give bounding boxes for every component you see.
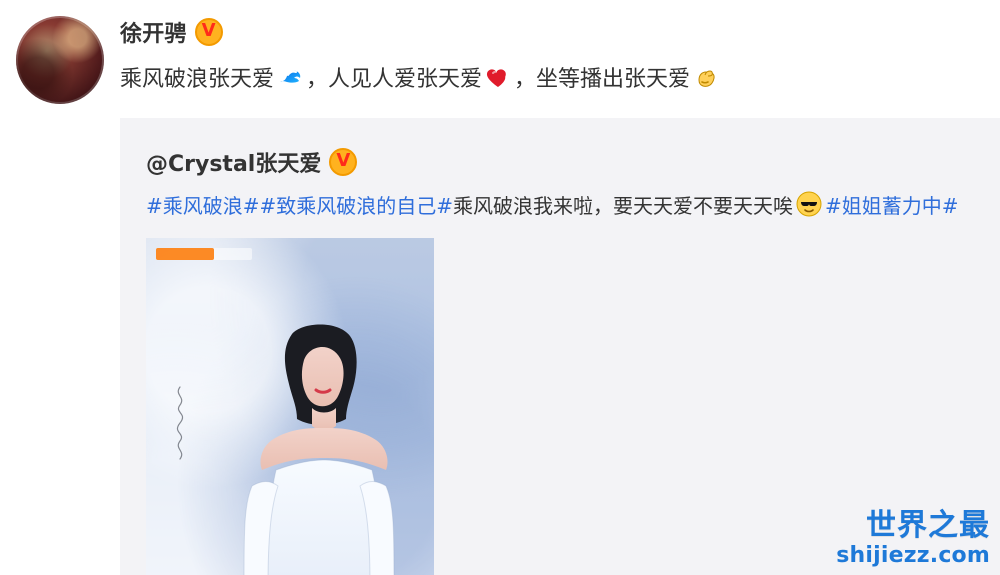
flexed-biceps-icon xyxy=(692,63,720,91)
sunglasses-face-icon xyxy=(795,190,823,218)
image-calligraphy xyxy=(176,386,184,460)
heart-icon xyxy=(484,63,512,91)
verified-v-glyph-icon: V xyxy=(336,150,351,171)
watermark-url: shijiezz.com xyxy=(836,543,990,568)
post-avatar[interactable] xyxy=(16,16,104,104)
portrait-figure xyxy=(243,324,395,575)
repost-image[interactable] xyxy=(146,238,434,575)
verified-badge-icon: V xyxy=(194,18,223,46)
avatar-image xyxy=(16,16,104,104)
watermark-title: 世界之最 xyxy=(866,508,990,543)
post-author-row: 徐开骋 V xyxy=(120,16,223,48)
post-text-segment-2: ，人见人爱张天爱 xyxy=(306,67,483,92)
post-text-segment-4: ，坐等播出张天爱 xyxy=(514,67,691,92)
image-corner-logo xyxy=(156,248,214,260)
repost-author-row: @Crystal张天爱 V xyxy=(146,146,358,178)
repost-text: #乘风破浪# #致乘风破浪的自己# 乘风破浪我来啦，要天天爱不要天天唉 #姐姐蓄… xyxy=(146,190,959,218)
repost-author-handle[interactable]: @Crystal张天爱 xyxy=(146,146,321,178)
post-text-segment-0: 乘风破浪张天爱 xyxy=(120,67,275,92)
post-text: 乘风破浪张天爱 ，人见人爱张天爱 ，坐等播出张天爱 xyxy=(120,62,722,92)
hashtag-link[interactable]: #乘风破浪# xyxy=(146,190,260,219)
repost-text-segment-2: 乘风破浪我来啦，要天天爱不要天天唉 xyxy=(453,193,794,218)
watermark: 世界之最 shijiezz.com xyxy=(836,511,990,567)
hashtag-link[interactable]: #致乘风破浪的自己# xyxy=(260,190,454,219)
wave-icon xyxy=(276,63,304,91)
verified-badge-icon: V xyxy=(329,148,358,176)
hashtag-link[interactable]: #姐姐蓄力中# xyxy=(825,190,959,219)
verified-v-glyph-icon: V xyxy=(201,20,216,41)
repost-card: @Crystal张天爱 V #乘风破浪# #致乘风破浪的自己# 乘风破浪我来啦，… xyxy=(120,118,1000,575)
post-author-name[interactable]: 徐开骋 xyxy=(120,16,187,48)
